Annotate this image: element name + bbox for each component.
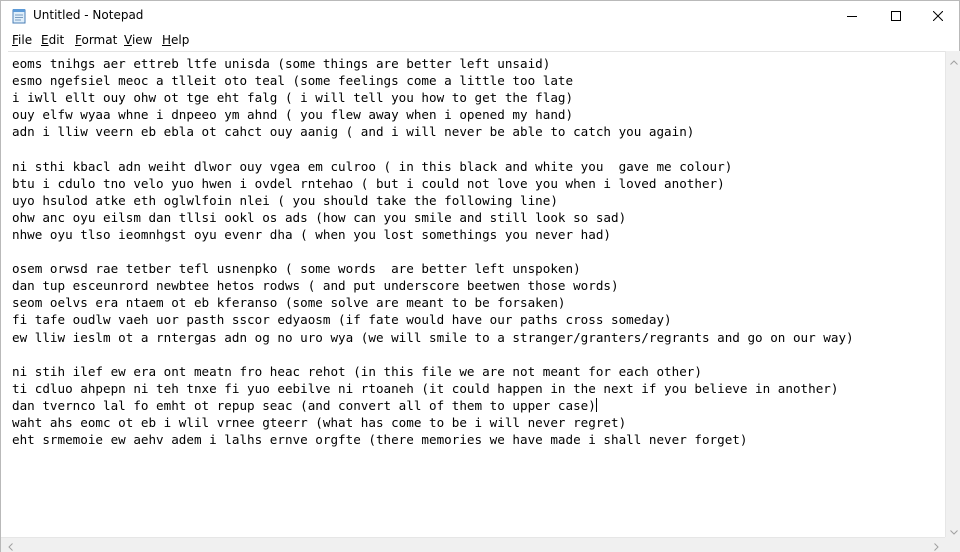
text-line[interactable]: osem orwsd rae tetber tefl usnenpko ( so…	[12, 260, 854, 277]
menu-view[interactable]: View	[124, 33, 152, 47]
text-line-content: esmo ngefsiel meoc a tlleit oto teal (so…	[12, 73, 574, 89]
text-line[interactable]: fi tafe oudlw vaeh uor pasth sscor edyao…	[12, 311, 854, 328]
scroll-right-button[interactable]	[929, 538, 943, 552]
chevron-up-icon	[949, 50, 958, 69]
text-line[interactable]: ohw anc oyu eilsm dan tllsi ookl os ads …	[12, 209, 854, 226]
text-line-content: ti cdluo ahpepn ni teh tnxe fi yuo eebil…	[12, 380, 839, 396]
text-line-content: fi tafe oudlw vaeh uor pasth sscor edyao…	[12, 312, 672, 328]
text-line-content: ew lliw ieslm ot a rntergas adn og no ur…	[12, 329, 854, 345]
text-line-content: eht srmemoie ew aehv adem i lalhs ernve …	[12, 432, 748, 448]
text-line[interactable]: ew lliw ieslm ot a rntergas adn og no ur…	[12, 329, 854, 346]
text-line-content: eoms tnihgs aer ettreb ltfe unisda (some…	[12, 56, 551, 71]
text-editor[interactable]: eoms tnihgs aer ettreb ltfe unisda (some…	[8, 51, 946, 537]
chevron-right-icon	[933, 536, 939, 552]
text-line[interactable]: adn i lliw veern eb ebla ot cahct ouy aa…	[12, 123, 854, 140]
minimize-icon	[847, 11, 857, 21]
text-line-content: waht ahs eomc ot eb i wlil vrnee gteerr …	[12, 414, 627, 430]
text-line-content: dan tup esceunrord newbtee hetos rodws (…	[12, 278, 619, 294]
notepad-window: Untitled - Notepad File Edit Format View…	[0, 0, 960, 552]
text-line-content: seom oelvs era ntaem ot eb kferanso (som…	[12, 295, 566, 311]
text-line[interactable]: ti cdluo ahpepn ni teh tnxe fi yuo eebil…	[12, 380, 854, 397]
window-title: Untitled - Notepad	[33, 8, 144, 22]
text-line[interactable]: nhwe oyu tlso ieomnhgst oyu evenr dha ( …	[12, 226, 854, 243]
text-line[interactable]	[12, 140, 854, 157]
text-line[interactable]: ni sthi kbacl adn weiht dlwor ouy vgea e…	[12, 158, 854, 175]
notepad-icon	[11, 8, 27, 24]
text-line[interactable]: waht ahs eomc ot eb i wlil vrnee gteerr …	[12, 414, 854, 431]
menu-edit[interactable]: Edit	[41, 33, 64, 47]
text-line-content: uyo hsulod atke eth oglwlfoin nlei ( you…	[12, 192, 558, 208]
text-line[interactable]: esmo ngefsiel meoc a tlleit oto teal (so…	[12, 72, 854, 89]
close-button[interactable]	[915, 1, 960, 31]
menu-view-accel: V	[124, 33, 132, 47]
maximize-icon	[891, 11, 901, 21]
scroll-down-button[interactable]	[946, 521, 960, 537]
text-line[interactable]: dan tvernco lal fo emht ot repup seac (a…	[12, 397, 854, 414]
menu-edit-label: dit	[48, 33, 65, 47]
menu-format[interactable]: Format	[75, 33, 117, 47]
text-line[interactable]	[12, 346, 854, 363]
close-icon	[933, 11, 943, 21]
text-line-content: i iwll ellt ouy ohw ot tge eht falg ( i …	[12, 90, 574, 106]
scrollbar-corner	[945, 537, 960, 552]
menu-file-label: ile	[18, 33, 33, 47]
text-line-content: btu i cdulo tno velo yuo hwen i ovdel rn…	[12, 175, 725, 191]
text-line[interactable]: ouy elfw wyaa whne i dnpeeo ym ahnd ( yo…	[12, 106, 854, 123]
scroll-up-button[interactable]	[946, 51, 960, 67]
vertical-scrollbar[interactable]	[945, 51, 960, 537]
menu-help[interactable]: Help	[162, 33, 189, 47]
text-line[interactable]: uyo hsulod atke eth oglwlfoin nlei ( you…	[12, 192, 854, 209]
horizontal-scrollbar[interactable]	[1, 537, 945, 552]
chevron-down-icon	[949, 520, 958, 539]
text-line-content: ni sthi kbacl adn weiht dlwor ouy vgea e…	[12, 158, 733, 174]
text-line[interactable]	[12, 243, 854, 260]
title-bar[interactable]: Untitled - Notepad	[1, 1, 959, 31]
text-line-content: osem orwsd rae tetber tefl usnenpko ( so…	[12, 261, 581, 277]
text-line-content: ohw anc oyu eilsm dan tllsi ookl os ads …	[12, 209, 627, 225]
text-line[interactable]: seom oelvs era ntaem ot eb kferanso (som…	[12, 294, 854, 311]
text-line-content: nhwe oyu tlso ieomnhgst oyu evenr dha ( …	[12, 226, 611, 242]
menu-view-label: iew	[131, 33, 153, 47]
text-line[interactable]: eoms tnihgs aer ettreb ltfe unisda (some…	[12, 55, 854, 72]
text-line-content: ouy elfw wyaa whne i dnpeeo ym ahnd ( yo…	[12, 107, 574, 123]
menu-file[interactable]: File	[12, 33, 32, 47]
text-line-content: ni stih ilef ew era ont meatn fro heac r…	[12, 363, 702, 379]
text-content[interactable]: eoms tnihgs aer ettreb ltfe unisda (some…	[12, 55, 854, 448]
text-line[interactable]: i iwll ellt ouy ohw ot tge eht falg ( i …	[12, 89, 854, 106]
menu-format-label: ormat	[81, 33, 118, 47]
chevron-left-icon	[7, 536, 13, 552]
menu-help-accel: H	[162, 33, 172, 47]
minimize-button[interactable]	[829, 1, 875, 31]
text-line-content: adn i lliw veern eb ebla ot cahct ouy aa…	[12, 124, 695, 140]
text-line[interactable]: dan tup esceunrord newbtee hetos rodws (…	[12, 277, 854, 294]
text-caret	[595, 397, 597, 412]
maximize-button[interactable]	[873, 1, 919, 31]
text-line[interactable]: eht srmemoie ew aehv adem i lalhs ernve …	[12, 431, 854, 448]
text-line[interactable]: btu i cdulo tno velo yuo hwen i ovdel rn…	[12, 175, 854, 192]
menu-edit-accel: E	[41, 33, 49, 47]
menu-bar: File Edit Format View Help	[1, 31, 959, 50]
menu-help-label: elp	[171, 33, 190, 47]
scroll-left-button[interactable]	[3, 538, 17, 552]
text-line[interactable]: ni stih ilef ew era ont meatn fro heac r…	[12, 363, 854, 380]
text-line-content: dan tvernco lal fo emht ot repup seac (a…	[12, 397, 596, 413]
